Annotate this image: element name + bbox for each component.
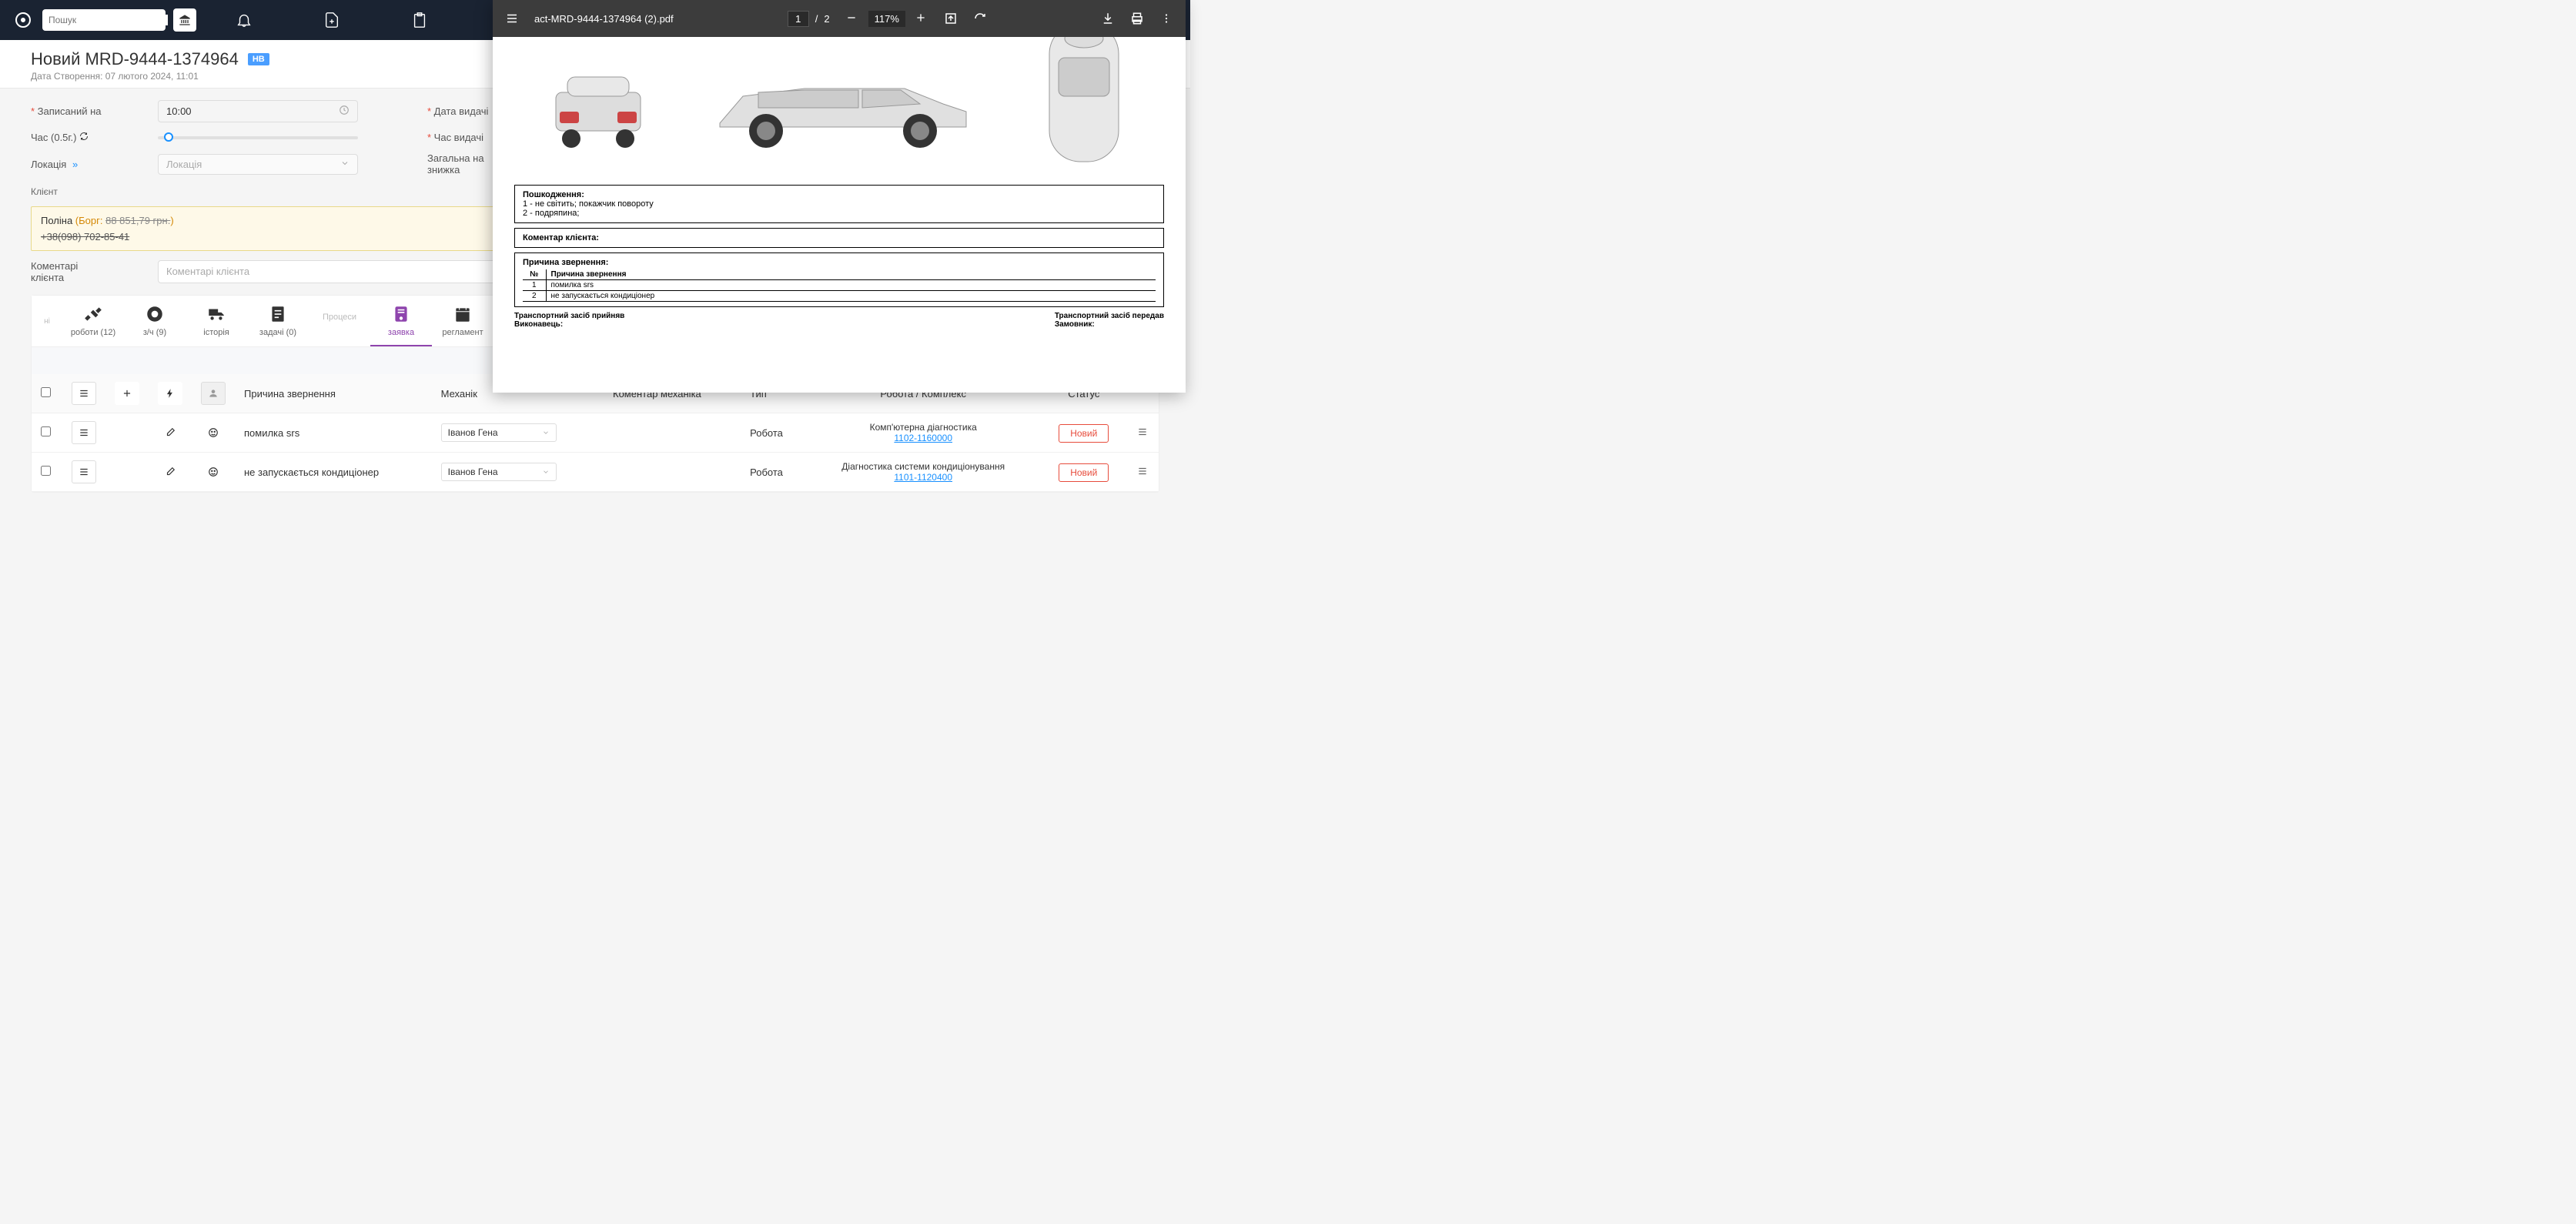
row-reason: помилка srs (235, 413, 432, 453)
pdf-print-icon[interactable] (1130, 12, 1144, 25)
pdf-page-control: / 2 (788, 11, 830, 27)
location-label: Локація » (31, 159, 146, 170)
scheduled-time-input[interactable]: 10:00 (158, 100, 358, 122)
page-title: Новий MRD-9444-1374964 (31, 49, 239, 69)
table-row: не запускається кондиціонер Іванов Гена … (32, 453, 1159, 492)
work-code-link[interactable]: 1101-1120400 (894, 472, 952, 483)
pdf-toolbar: act-MRD-9444-1374964 (2).pdf / 2 117% (493, 0, 1186, 37)
clipboard-icon[interactable] (406, 7, 433, 33)
pdf-damages-box: Пошкодження: 1 - не світить; покажчик по… (514, 185, 1164, 223)
select-all-checkbox[interactable] (41, 387, 51, 397)
pdf-page-current[interactable] (788, 11, 809, 27)
tab-history[interactable]: історія (186, 296, 247, 346)
row-emoji-button[interactable] (201, 421, 226, 444)
row-edit-button[interactable] (158, 421, 182, 444)
car-rear-view (537, 69, 660, 154)
tab-works[interactable]: роботи (12) (62, 296, 124, 346)
col-reason: Причина звернення (235, 374, 432, 413)
pdf-fit-icon[interactable] (944, 12, 958, 25)
pdf-menu-icon[interactable] (505, 12, 519, 25)
chevron-down-icon (340, 159, 350, 170)
pdf-reason-box: Причина звернення: №Причина звернення 1п… (514, 252, 1164, 307)
comments-label: Коментарі клієнта (31, 260, 146, 283)
pdf-zoom-value[interactable]: 117% (868, 11, 905, 27)
location-select[interactable]: Локація (158, 154, 358, 175)
location-arrow-icon[interactable]: » (72, 159, 78, 170)
row-type: Робота (741, 413, 807, 453)
car-top-view (1026, 37, 1142, 169)
mechanic-select[interactable]: Іванов Гена (441, 423, 557, 442)
pdf-zoom-out-icon[interactable] (845, 12, 859, 25)
status-button[interactable]: Новий (1059, 424, 1109, 443)
row-menu-button[interactable] (72, 421, 96, 444)
notification-icon[interactable] (231, 7, 257, 33)
scheduled-label: Записаний на (31, 105, 146, 117)
row-type: Робота (741, 453, 807, 492)
row-reason: не запускається кондиціонер (235, 453, 432, 492)
car-diagrams (514, 46, 1164, 177)
status-badge: НВ (248, 53, 269, 65)
pdf-zoom-control: 117% (845, 11, 928, 27)
app-logo[interactable] (12, 8, 35, 32)
time-slider[interactable] (158, 136, 358, 139)
pdf-viewer-overlay: act-MRD-9444-1374964 (2).pdf / 2 117% (493, 0, 1186, 393)
tab-processes[interactable]: Процеси (309, 296, 370, 346)
time-label: Час (0.5г.) (31, 132, 146, 143)
pdf-filename: act-MRD-9444-1374964 (2).pdf (534, 13, 674, 25)
pdf-rotate-icon[interactable] (973, 12, 987, 25)
status-button[interactable]: Новий (1059, 463, 1109, 482)
wrench-icon (82, 303, 104, 325)
row-more-icon[interactable] (1137, 467, 1148, 479)
scheduled-time-value: 10:00 (166, 105, 192, 117)
add-header-button[interactable] (115, 382, 139, 405)
bank-button[interactable] (173, 8, 196, 32)
request-icon (390, 303, 412, 325)
row-checkbox[interactable] (41, 426, 51, 436)
tab-request[interactable]: заявка (370, 296, 432, 346)
table-row: помилка srs Іванов Гена Робота Комп'ютер… (32, 413, 1159, 453)
refresh-icon[interactable] (79, 132, 89, 143)
row-menu-button[interactable] (72, 460, 96, 483)
pdf-more-icon[interactable] (1159, 12, 1173, 25)
search-box[interactable] (42, 9, 166, 31)
row-edit-button[interactable] (158, 460, 182, 483)
row-emoji-button[interactable] (201, 460, 226, 483)
checklist-icon (267, 303, 289, 325)
pdf-sign-row: Транспортний засіб прийняв Виконавець: Т… (514, 312, 1164, 329)
tab-parts[interactable]: з/ч (9) (124, 296, 186, 346)
search-input[interactable] (49, 15, 168, 25)
new-document-icon[interactable] (319, 7, 345, 33)
tab-reglament[interactable]: регламент (432, 296, 493, 346)
row-checkbox[interactable] (41, 466, 51, 476)
pdf-download-icon[interactable] (1101, 12, 1115, 25)
tab-tasks[interactable]: задачі (0) (247, 296, 309, 346)
tab-prev[interactable]: ні (32, 296, 62, 346)
user-header-button[interactable] (201, 382, 226, 405)
work-code-link[interactable]: 1102-1160000 (894, 433, 952, 443)
calendar-icon (452, 303, 473, 325)
pdf-page-total: 2 (824, 13, 829, 25)
menu-header-button[interactable] (72, 382, 96, 405)
pdf-zoom-in-icon[interactable] (915, 12, 928, 25)
truck-icon (206, 303, 227, 325)
clock-icon (339, 105, 350, 118)
row-work: Комп'ютерна діагностика1102-1160000 (807, 413, 1040, 453)
brake-icon (144, 303, 166, 325)
row-work: Діагностика системи кондиціонування1101-… (807, 453, 1040, 492)
mechanic-select[interactable]: Іванов Гена (441, 463, 557, 481)
car-side-view (704, 69, 982, 154)
row-more-icon[interactable] (1137, 428, 1148, 440)
slider-handle[interactable] (164, 132, 173, 142)
bolt-header-button[interactable] (158, 382, 182, 405)
pdf-client-comment-box: Коментар клієнта: (514, 228, 1164, 248)
pdf-body[interactable]: Пошкодження: 1 - не світить; покажчик по… (493, 37, 1186, 393)
